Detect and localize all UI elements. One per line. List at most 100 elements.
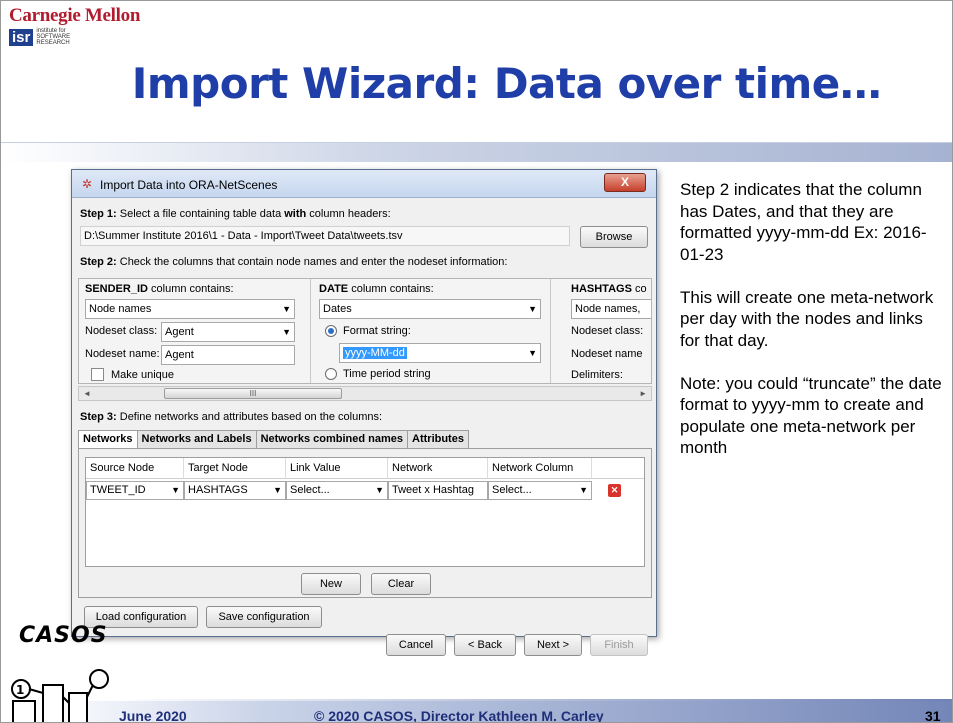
- tab-networks[interactable]: Networks: [78, 430, 138, 449]
- format-string-select[interactable]: yyyy-MM-dd ▼: [339, 343, 541, 363]
- step1-label-text2: column headers:: [306, 208, 391, 220]
- scroll-left-icon[interactable]: ◄: [83, 387, 91, 400]
- slide: Carnegie Mellon isr institute for SOFTWA…: [0, 0, 953, 723]
- step1-label-text: Select a file containing table data: [116, 208, 285, 220]
- hashtags-contains-select[interactable]: Node names,: [571, 299, 651, 319]
- chevron-down-icon: ▼: [171, 485, 180, 495]
- hashtags-header-bold: HASHTAGS: [571, 283, 632, 295]
- sender-nodeset-class-select[interactable]: Agent ▼: [161, 322, 295, 342]
- page-number: 31: [925, 708, 941, 723]
- make-unique-checkbox[interactable]: [91, 368, 104, 381]
- date-contains-select[interactable]: Dates ▼: [319, 299, 541, 319]
- grid-header-network: Network: [388, 458, 488, 479]
- institute-line-3: RESEARCH: [36, 40, 70, 46]
- file-path-field[interactable]: D:\Summer Institute 2016\1 - Data - Impo…: [80, 226, 570, 246]
- grid-header-link-value: Link Value: [286, 458, 388, 479]
- column-panels-scrollbar[interactable]: ◄ III ►: [78, 386, 652, 401]
- casos-logo: CASOS 1: [7, 623, 117, 722]
- isr-badge: isr: [9, 28, 34, 46]
- grid-header: Source Node Target Node Link Value Netwo…: [86, 458, 644, 479]
- sender-id-header-text: column contains:: [147, 283, 234, 295]
- time-period-label: Time period string: [343, 368, 431, 380]
- date-contains-value: Dates: [323, 303, 352, 315]
- networks-grid: Source Node Target Node Link Value Netwo…: [85, 457, 645, 567]
- casos-figures-icon: 1: [11, 669, 109, 722]
- tab-networks-and-labels[interactable]: Networks and Labels: [136, 430, 257, 448]
- network-column-value: Select...: [492, 484, 532, 496]
- step3-label: Step 3: Define networks and attributes b…: [80, 411, 382, 423]
- column-panel-sender-id: SENDER_ID column contains: Node names ▼ N…: [79, 279, 311, 383]
- network-column-select[interactable]: Select... ▼: [488, 481, 592, 500]
- note-step2: Step 2 indicates that the column has Dat…: [680, 180, 927, 264]
- source-node-value: TWEET_ID: [90, 484, 146, 496]
- footer-copyright: © 2020 CASOS, Director Kathleen M. Carle…: [314, 708, 604, 723]
- ora-app-icon: ✲: [82, 177, 93, 191]
- date-header-bold: DATE: [319, 283, 349, 295]
- sender-id-contains-select[interactable]: Node names ▼: [85, 299, 295, 319]
- hashtags-delimiters-label: Delimiters:: [571, 369, 623, 381]
- column-panel-date: DATE column contains: Dates ▼ Format stri…: [311, 279, 551, 383]
- cancel-button[interactable]: Cancel: [386, 634, 446, 656]
- format-string-label: Format string:: [343, 325, 411, 337]
- target-node-select[interactable]: HASHTAGS ▼: [184, 481, 286, 500]
- note-per-day: This will create one meta-network per da…: [680, 287, 934, 350]
- grid-header-source-node: Source Node: [86, 458, 184, 479]
- format-string-radio[interactable]: [325, 325, 337, 337]
- university-logo: Carnegie Mellon: [9, 5, 141, 26]
- save-configuration-button[interactable]: Save configuration: [206, 606, 322, 628]
- footer-rule: [113, 699, 952, 701]
- chevron-down-icon: ▼: [375, 485, 384, 495]
- title-rule: [1, 142, 952, 162]
- sender-nodeset-class-value: Agent: [165, 326, 194, 338]
- chevron-down-icon: ▼: [282, 304, 291, 314]
- delete-row-icon[interactable]: ✕: [608, 484, 621, 497]
- note-truncate: Note: you could “truncate” the date form…: [680, 373, 942, 458]
- networks-tab-panel: Source Node Target Node Link Value Netwo…: [78, 448, 652, 598]
- close-button[interactable]: X: [604, 173, 646, 192]
- link-value-value: Select...: [290, 484, 330, 496]
- step1-label-bold: Step 1:: [80, 208, 117, 220]
- time-period-radio[interactable]: [325, 368, 337, 380]
- column-panel-hashtags: HASHTAGS co Node names, Nodeset class: N…: [551, 279, 651, 383]
- grid-header-network-column: Network Column: [488, 458, 592, 479]
- hashtags-nodeset-name-label: Nodeset name: [571, 348, 643, 360]
- step1-label-with: with: [284, 208, 307, 220]
- scroll-right-icon[interactable]: ►: [639, 387, 647, 400]
- source-node-select[interactable]: TWEET_ID ▼: [86, 481, 184, 500]
- institute-text: institute for SOFTWARE RESEARCH: [36, 28, 70, 46]
- date-header: DATE column contains:: [319, 283, 434, 295]
- make-unique-label: Make unique: [111, 369, 174, 381]
- institute-logo: isr institute for SOFTWARE RESEARCH: [9, 28, 70, 46]
- hashtags-header-text: co: [631, 283, 647, 295]
- scroll-thumb[interactable]: III: [164, 388, 342, 399]
- tab-networks-combined-names[interactable]: Networks combined names: [255, 430, 409, 448]
- link-value-select[interactable]: Select... ▼: [286, 481, 388, 500]
- sender-nodeset-name-input[interactable]: Agent: [161, 345, 295, 365]
- chevron-down-icon: ▼: [282, 327, 291, 337]
- hashtags-contains-value: Node names,: [575, 303, 641, 315]
- step2-label-text: Check the columns that contain node name…: [116, 256, 508, 268]
- grid-header-target-node: Target Node: [184, 458, 286, 479]
- step2-label: Step 2: Check the columns that contain n…: [80, 256, 507, 268]
- step3-tabs: Networks Networks and Labels Networks co…: [78, 430, 469, 449]
- sender-nodeset-class-label: Nodeset class:: [85, 325, 158, 337]
- finish-button[interactable]: Finish: [590, 634, 648, 656]
- next-button[interactable]: Next >: [524, 634, 582, 656]
- hashtags-nodeset-class-label: Nodeset class:: [571, 325, 644, 337]
- column-panels: SENDER_ID column contains: Node names ▼ N…: [78, 278, 652, 384]
- hashtags-header: HASHTAGS co: [571, 283, 647, 295]
- tab-attributes[interactable]: Attributes: [407, 430, 469, 448]
- slide-notes: Step 2 indicates that the column has Dat…: [680, 179, 942, 480]
- browse-button[interactable]: Browse: [580, 226, 648, 248]
- clear-button[interactable]: Clear: [371, 573, 431, 595]
- target-node-value: HASHTAGS: [188, 484, 248, 496]
- step3-label-text: Define networks and attributes based on …: [116, 411, 383, 423]
- chevron-down-icon: ▼: [273, 485, 282, 495]
- step3-label-bold: Step 3:: [80, 411, 117, 423]
- back-button[interactable]: < Back: [454, 634, 516, 656]
- sender-id-header: SENDER_ID column contains:: [85, 283, 234, 295]
- network-name-input[interactable]: Tweet x Hashtag: [388, 481, 488, 500]
- new-button[interactable]: New: [301, 573, 361, 595]
- import-dialog: ✲ Import Data into ORA-NetScenes X Step …: [71, 169, 657, 656]
- dialog-titlebar[interactable]: ✲ Import Data into ORA-NetScenes X: [72, 170, 656, 198]
